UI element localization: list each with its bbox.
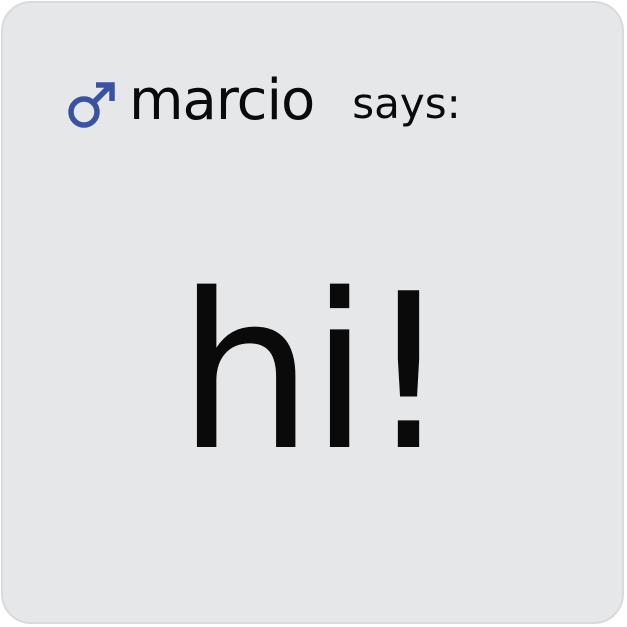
message-card: marcio says: hi! [1,1,624,624]
username: marcio [129,68,315,133]
card-header: marcio says: [65,61,461,141]
message-text: hi! [177,247,451,498]
male-symbol-icon [65,77,119,131]
says-label: says: [352,79,461,128]
